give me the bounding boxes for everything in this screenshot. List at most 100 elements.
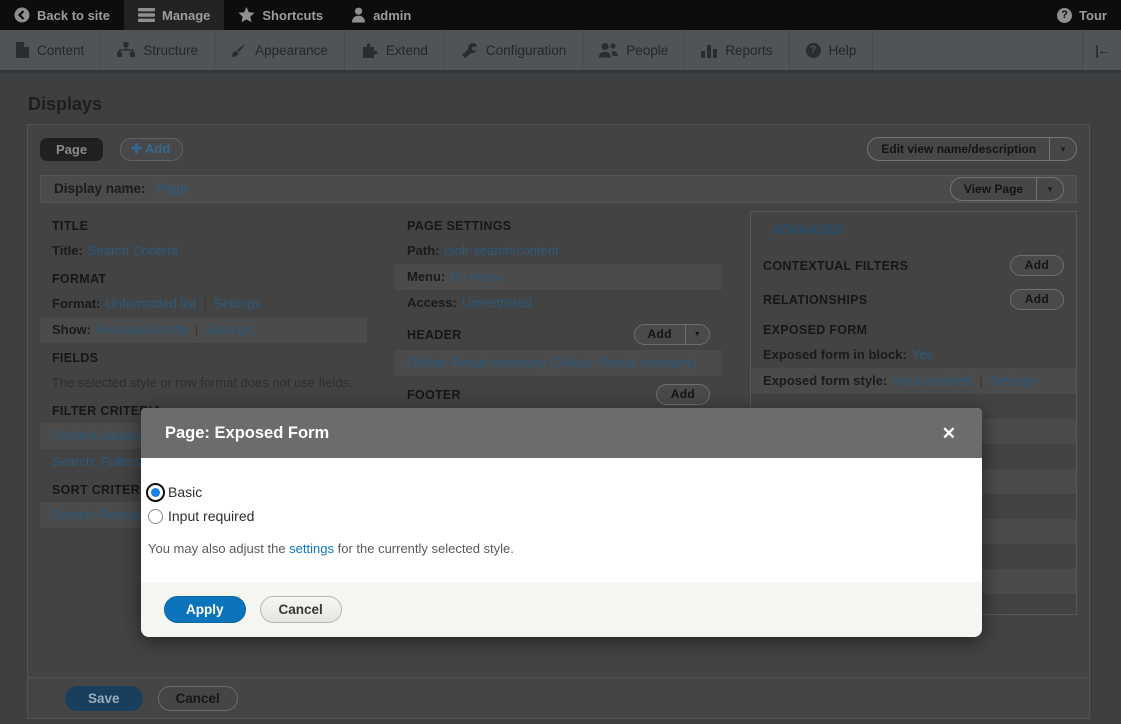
apply-button[interactable]: Apply <box>164 596 246 623</box>
advanced-toggle-link[interactable]: ADVANCED <box>751 212 1076 247</box>
manage-label: Manage <box>162 8 210 23</box>
format-row: Format: Unformatted list Settings <box>40 291 367 317</box>
footer-add-button[interactable]: Add <box>656 384 710 405</box>
menu-item-structure[interactable]: Structure <box>101 30 215 70</box>
header-add-label: Add <box>635 325 685 344</box>
modal-note: You may also adjust the settings for the… <box>148 541 962 556</box>
exposed-form-style-row: Exposed form style:Input requiredSetting… <box>751 368 1076 394</box>
add-display-label: Add <box>145 141 170 156</box>
section-contextual-filters-header: CONTEXTUAL FILTERS Add <box>751 247 1076 281</box>
show-value-link[interactable]: Rendered entity <box>96 322 188 337</box>
modal-titlebar: Page: Exposed Form ✕ <box>141 408 982 458</box>
format-settings-link[interactable]: Settings <box>214 296 261 311</box>
save-button[interactable]: Save <box>65 686 143 711</box>
modal-close-icon[interactable]: ✕ <box>942 425 956 442</box>
chevron-down-icon[interactable] <box>1049 138 1076 160</box>
settings-link[interactable]: settings <box>289 541 334 556</box>
section-title-header: TITLE <box>40 211 367 238</box>
back-to-site-button[interactable]: Back to site <box>0 0 124 30</box>
header-global-row: Global: Result summary (Global: Result s… <box>395 350 722 376</box>
show-settings-link[interactable]: Settings <box>205 322 252 337</box>
exposed-style-link[interactable]: Input required <box>892 373 972 388</box>
pipe-separator <box>980 373 983 388</box>
menu-item-content[interactable]: Content <box>0 30 101 70</box>
section-fields-header: FIELDS <box>40 343 367 370</box>
modal-body: Basic Input required You may also adjust… <box>141 458 982 582</box>
content-file-icon <box>16 42 29 58</box>
menu-item-help[interactable]: Help <box>790 30 874 70</box>
title-label: Title: <box>52 243 83 258</box>
menu-item-appearance[interactable]: Appearance <box>215 30 345 70</box>
format-label: Format: <box>52 296 100 311</box>
title-row: Title: Search Content <box>40 238 367 264</box>
exposed-style-settings-link[interactable]: Settings <box>990 373 1037 388</box>
radio-input-required-input[interactable] <box>148 509 163 524</box>
format-value-link[interactable]: Unformatted list <box>105 296 196 311</box>
menu-item-label: Configuration <box>486 43 566 58</box>
toolbar-spacer <box>425 0 1043 30</box>
exposed-in-block-link[interactable]: Yes <box>912 347 933 362</box>
radio-input-required-label: Input required <box>168 508 254 524</box>
view-page-button[interactable]: View Page <box>950 177 1064 201</box>
menu-value-link[interactable]: No menu <box>450 269 503 284</box>
modal-footer: Apply Cancel <box>141 582 982 637</box>
access-value-link[interactable]: Unrestricted <box>462 295 532 310</box>
admin-toolbar: Back to site Manage Shortcuts admin Tour <box>0 0 1121 30</box>
shortcuts-button[interactable]: Shortcuts <box>224 0 337 30</box>
exposed-in-block-label: Exposed form in block: <box>763 347 907 362</box>
menu-item-label: People <box>626 43 668 58</box>
header-add-button[interactable]: Add <box>634 324 710 345</box>
star-icon <box>238 7 255 23</box>
section-format-header: FORMAT <box>40 264 367 291</box>
admin-user-button[interactable]: admin <box>337 0 425 30</box>
menu-item-label: Reports <box>725 43 772 58</box>
menu-item-label: Extend <box>386 43 428 58</box>
section-relationships-header: RELATIONSHIPS Add <box>751 281 1076 315</box>
access-label: Access: <box>407 295 457 310</box>
tour-button[interactable]: Tour <box>1043 0 1121 30</box>
menu-label: Menu: <box>407 269 445 284</box>
bar-chart-icon <box>701 43 717 58</box>
display-tabs-row: Page ✚Add Edit view name/description <box>28 125 1089 161</box>
display-name-value-link[interactable]: Page <box>156 181 188 196</box>
menu-item-extend[interactable]: Extend <box>345 30 445 70</box>
edit-view-name-button[interactable]: Edit view name/description <box>867 137 1077 161</box>
tour-label: Tour <box>1079 8 1107 23</box>
path-value-link[interactable]: /solr-search/content <box>445 243 559 258</box>
radio-option-basic[interactable]: Basic <box>148 484 962 500</box>
page-title: Displays <box>28 94 1121 115</box>
display-name-label: Display name: <box>54 181 146 196</box>
relationships-add-button[interactable]: Add <box>1010 289 1064 310</box>
sitemap-icon <box>117 42 135 58</box>
menu-item-reports[interactable]: Reports <box>685 30 789 70</box>
modal-title: Page: Exposed Form <box>165 424 329 443</box>
radio-option-input-required[interactable]: Input required <box>148 508 962 524</box>
chevron-down-icon[interactable] <box>1036 178 1063 200</box>
admin-menu-tray: Content Structure Appearance Extend Conf… <box>0 30 1121 73</box>
contextual-filters-add-button[interactable]: Add <box>1010 255 1064 276</box>
tab-page-display[interactable]: Page <box>40 138 103 161</box>
chevron-down-icon[interactable] <box>685 325 709 344</box>
note-text-pre: You may also adjust the <box>148 541 289 556</box>
modal-cancel-button[interactable]: Cancel <box>260 596 342 623</box>
title-value-link[interactable]: Search Content <box>88 243 178 258</box>
toolbar-orientation-toggle[interactable]: |← <box>1083 30 1121 70</box>
section-page-settings-header: PAGE SETTINGS <box>395 211 722 238</box>
fields-note: The selected style or row format does no… <box>52 375 353 390</box>
hamburger-icon <box>138 8 155 22</box>
access-row: Access: Unrestricted <box>395 290 722 316</box>
cancel-button[interactable]: Cancel <box>158 686 238 711</box>
show-row: Show:Rendered entitySettings <box>40 317 367 343</box>
menu-item-people[interactable]: People <box>583 30 685 70</box>
radio-basic-input[interactable] <box>146 483 165 502</box>
path-row: Path:/solr-search/content <box>395 238 722 264</box>
menu-item-label: Help <box>829 43 857 58</box>
pipe-separator <box>195 322 198 337</box>
pipe-separator <box>203 296 206 311</box>
user-icon <box>351 7 366 23</box>
header-result-summary-link[interactable]: Global: Result summary (Global: Result s… <box>407 355 697 370</box>
manage-menu-button[interactable]: Manage <box>124 0 224 30</box>
add-display-button[interactable]: ✚Add <box>120 138 183 161</box>
menu-item-configuration[interactable]: Configuration <box>445 30 583 70</box>
menu-tray-spacer <box>873 30 1083 70</box>
